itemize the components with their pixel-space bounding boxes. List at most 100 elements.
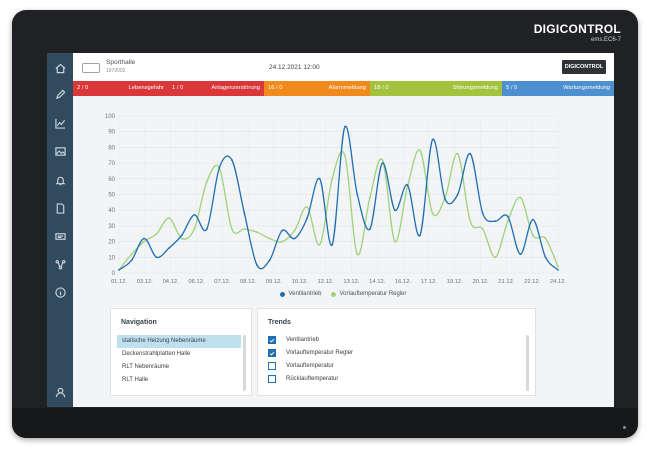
data-point <box>168 217 171 219</box>
chart-icon[interactable] <box>53 116 67 130</box>
data-point <box>180 234 183 237</box>
data-point <box>444 198 446 201</box>
x-tick-label: 22.12. <box>524 279 541 285</box>
brand-button[interactable]: DIGICONTROL <box>562 60 606 74</box>
x-tick-label: 12.12. <box>318 279 335 285</box>
data-point <box>557 269 559 271</box>
navigation-title: Navigation <box>121 319 157 326</box>
status-wartung[interactable]: 5 / 0 Wartungsmeldung <box>502 81 614 96</box>
y-tick-label: 20 <box>108 240 115 246</box>
data-point <box>481 212 484 215</box>
site-name: Sporthalle <box>106 59 136 66</box>
nav-item-rlt-halle[interactable]: RLT Halle <box>117 374 241 384</box>
checkbox-checked[interactable] <box>268 349 276 357</box>
data-point <box>256 264 258 267</box>
image-icon[interactable] <box>53 144 67 158</box>
device-model: ems.EC6-7 <box>590 37 621 43</box>
data-point <box>544 256 547 259</box>
pencil-icon[interactable] <box>53 87 67 101</box>
chart-legend: Ventilantrieb Vorlauftemperatur Regler <box>73 291 614 297</box>
trends-scrollbar[interactable] <box>526 335 529 391</box>
data-point <box>293 229 296 232</box>
data-point <box>469 220 472 223</box>
x-tick-label: 09.12. <box>266 279 283 285</box>
data-point <box>155 232 158 235</box>
data-point <box>431 212 434 215</box>
data-point <box>205 228 208 230</box>
data-point <box>419 234 421 237</box>
info-icon[interactable] <box>53 285 67 299</box>
status-lebensgefahr[interactable]: 2 / 0 Lebensgefahr <box>73 81 168 96</box>
x-tick-label: 06.12. <box>188 279 205 285</box>
x-tick-label: 10.12. <box>292 279 309 285</box>
x-tick-label: 16.12. <box>395 279 412 285</box>
trend-label: Vorlauftemperatur <box>286 363 334 369</box>
data-point <box>256 231 258 234</box>
data-point <box>193 228 196 230</box>
checkbox-unchecked[interactable] <box>268 375 276 383</box>
y-tick-label: 0 <box>112 271 116 277</box>
user-icon[interactable] <box>53 385 67 399</box>
data-point <box>155 256 158 259</box>
series-line-ventilantrieb <box>118 125 559 271</box>
trend-item-ventilantrieb[interactable]: Ventilantrieb <box>268 335 319 345</box>
x-tick-label: 21.12. <box>498 279 515 285</box>
data-point <box>419 149 421 152</box>
x-tick-label: 19.12. <box>447 279 464 285</box>
navigation-scrollbar[interactable] <box>243 335 246 391</box>
data-point <box>143 240 145 243</box>
status-count: 16 / 0 <box>268 85 283 91</box>
bell-icon[interactable] <box>53 173 67 187</box>
status-anlagenstoerung[interactable]: 1 / 0 Anlagenzerstörung <box>168 81 264 96</box>
status-bar: 2 / 0 Lebensgefahr 1 / 0 Anlagenzerstöru… <box>73 81 614 96</box>
x-tick-label: 17.12. <box>421 279 438 285</box>
nav-item-deckenstrahlplatten[interactable]: Deckenstrahlplatten Halle <box>117 348 241 361</box>
touch-screen: Sporthalle 1970002 24.12.2021 12:00 DIGI… <box>47 53 614 407</box>
y-tick-label: 10 <box>108 255 115 261</box>
data-point <box>218 166 221 169</box>
nav-item-heizung[interactable]: statische Heizung Nebenräume <box>117 335 241 348</box>
status-label: Lebensgefahr <box>128 85 164 91</box>
trend-item-vorlauftemperatur-regler[interactable]: Vorlauftemperatur Regler <box>268 348 353 358</box>
status-alarm[interactable]: 16 / 0 Alarmmeldung <box>264 81 370 96</box>
data-point <box>180 237 183 240</box>
home-icon[interactable] <box>53 61 67 75</box>
trend-item-vorlauftemperatur[interactable]: Vorlauftemperatur <box>268 361 334 371</box>
network-icon[interactable] <box>53 257 67 271</box>
data-point <box>331 177 334 180</box>
data-point <box>506 220 509 223</box>
data-point <box>306 217 308 219</box>
power-led <box>623 426 626 429</box>
data-point <box>306 206 308 208</box>
data-point <box>532 234 534 237</box>
document-icon[interactable] <box>53 201 67 215</box>
data-point <box>506 215 509 218</box>
status-count: 18 / 0 <box>374 85 389 91</box>
status-stoerung[interactable]: 18 / 0 Störungsmeldung <box>370 81 502 96</box>
data-point <box>381 159 384 161</box>
data-point <box>456 152 459 155</box>
x-tick-label: 14.12. <box>369 279 386 285</box>
data-point <box>431 138 434 141</box>
trends-panel: Trends Ventilantrieb Vorlauftemperatur R… <box>257 308 536 396</box>
legend-item[interactable]: Vorlauftemperatur Regler <box>331 291 407 297</box>
device-brand: DIGICONTROL <box>533 22 621 36</box>
data-point <box>243 212 246 215</box>
trend-chart-svg: 0 10 20 30 40 50 60 70 80 90 100 01.12. 03.12. 04.12.… <box>105 114 566 285</box>
data-point <box>519 253 522 256</box>
y-tick-label: 60 <box>108 177 115 183</box>
device-icon[interactable] <box>53 229 67 243</box>
status-label: Wartungsmeldung <box>563 85 610 91</box>
y-tick-label: 70 <box>108 161 115 167</box>
data-point <box>193 214 196 216</box>
data-point <box>356 253 359 256</box>
data-point <box>494 256 497 259</box>
data-point <box>118 269 120 271</box>
nav-item-rlt-nebenraeume[interactable]: RLT Nebenräume <box>117 361 241 374</box>
checkbox-checked[interactable] <box>268 336 276 344</box>
trend-item-ruecklauftemperatur[interactable]: Rücklauftemperatur <box>268 374 338 384</box>
legend-item[interactable]: Ventilantrieb <box>280 291 321 297</box>
status-label: Anlagenzerstörung <box>211 85 260 91</box>
y-tick-label: 90 <box>108 130 115 136</box>
checkbox-unchecked[interactable] <box>268 362 276 370</box>
